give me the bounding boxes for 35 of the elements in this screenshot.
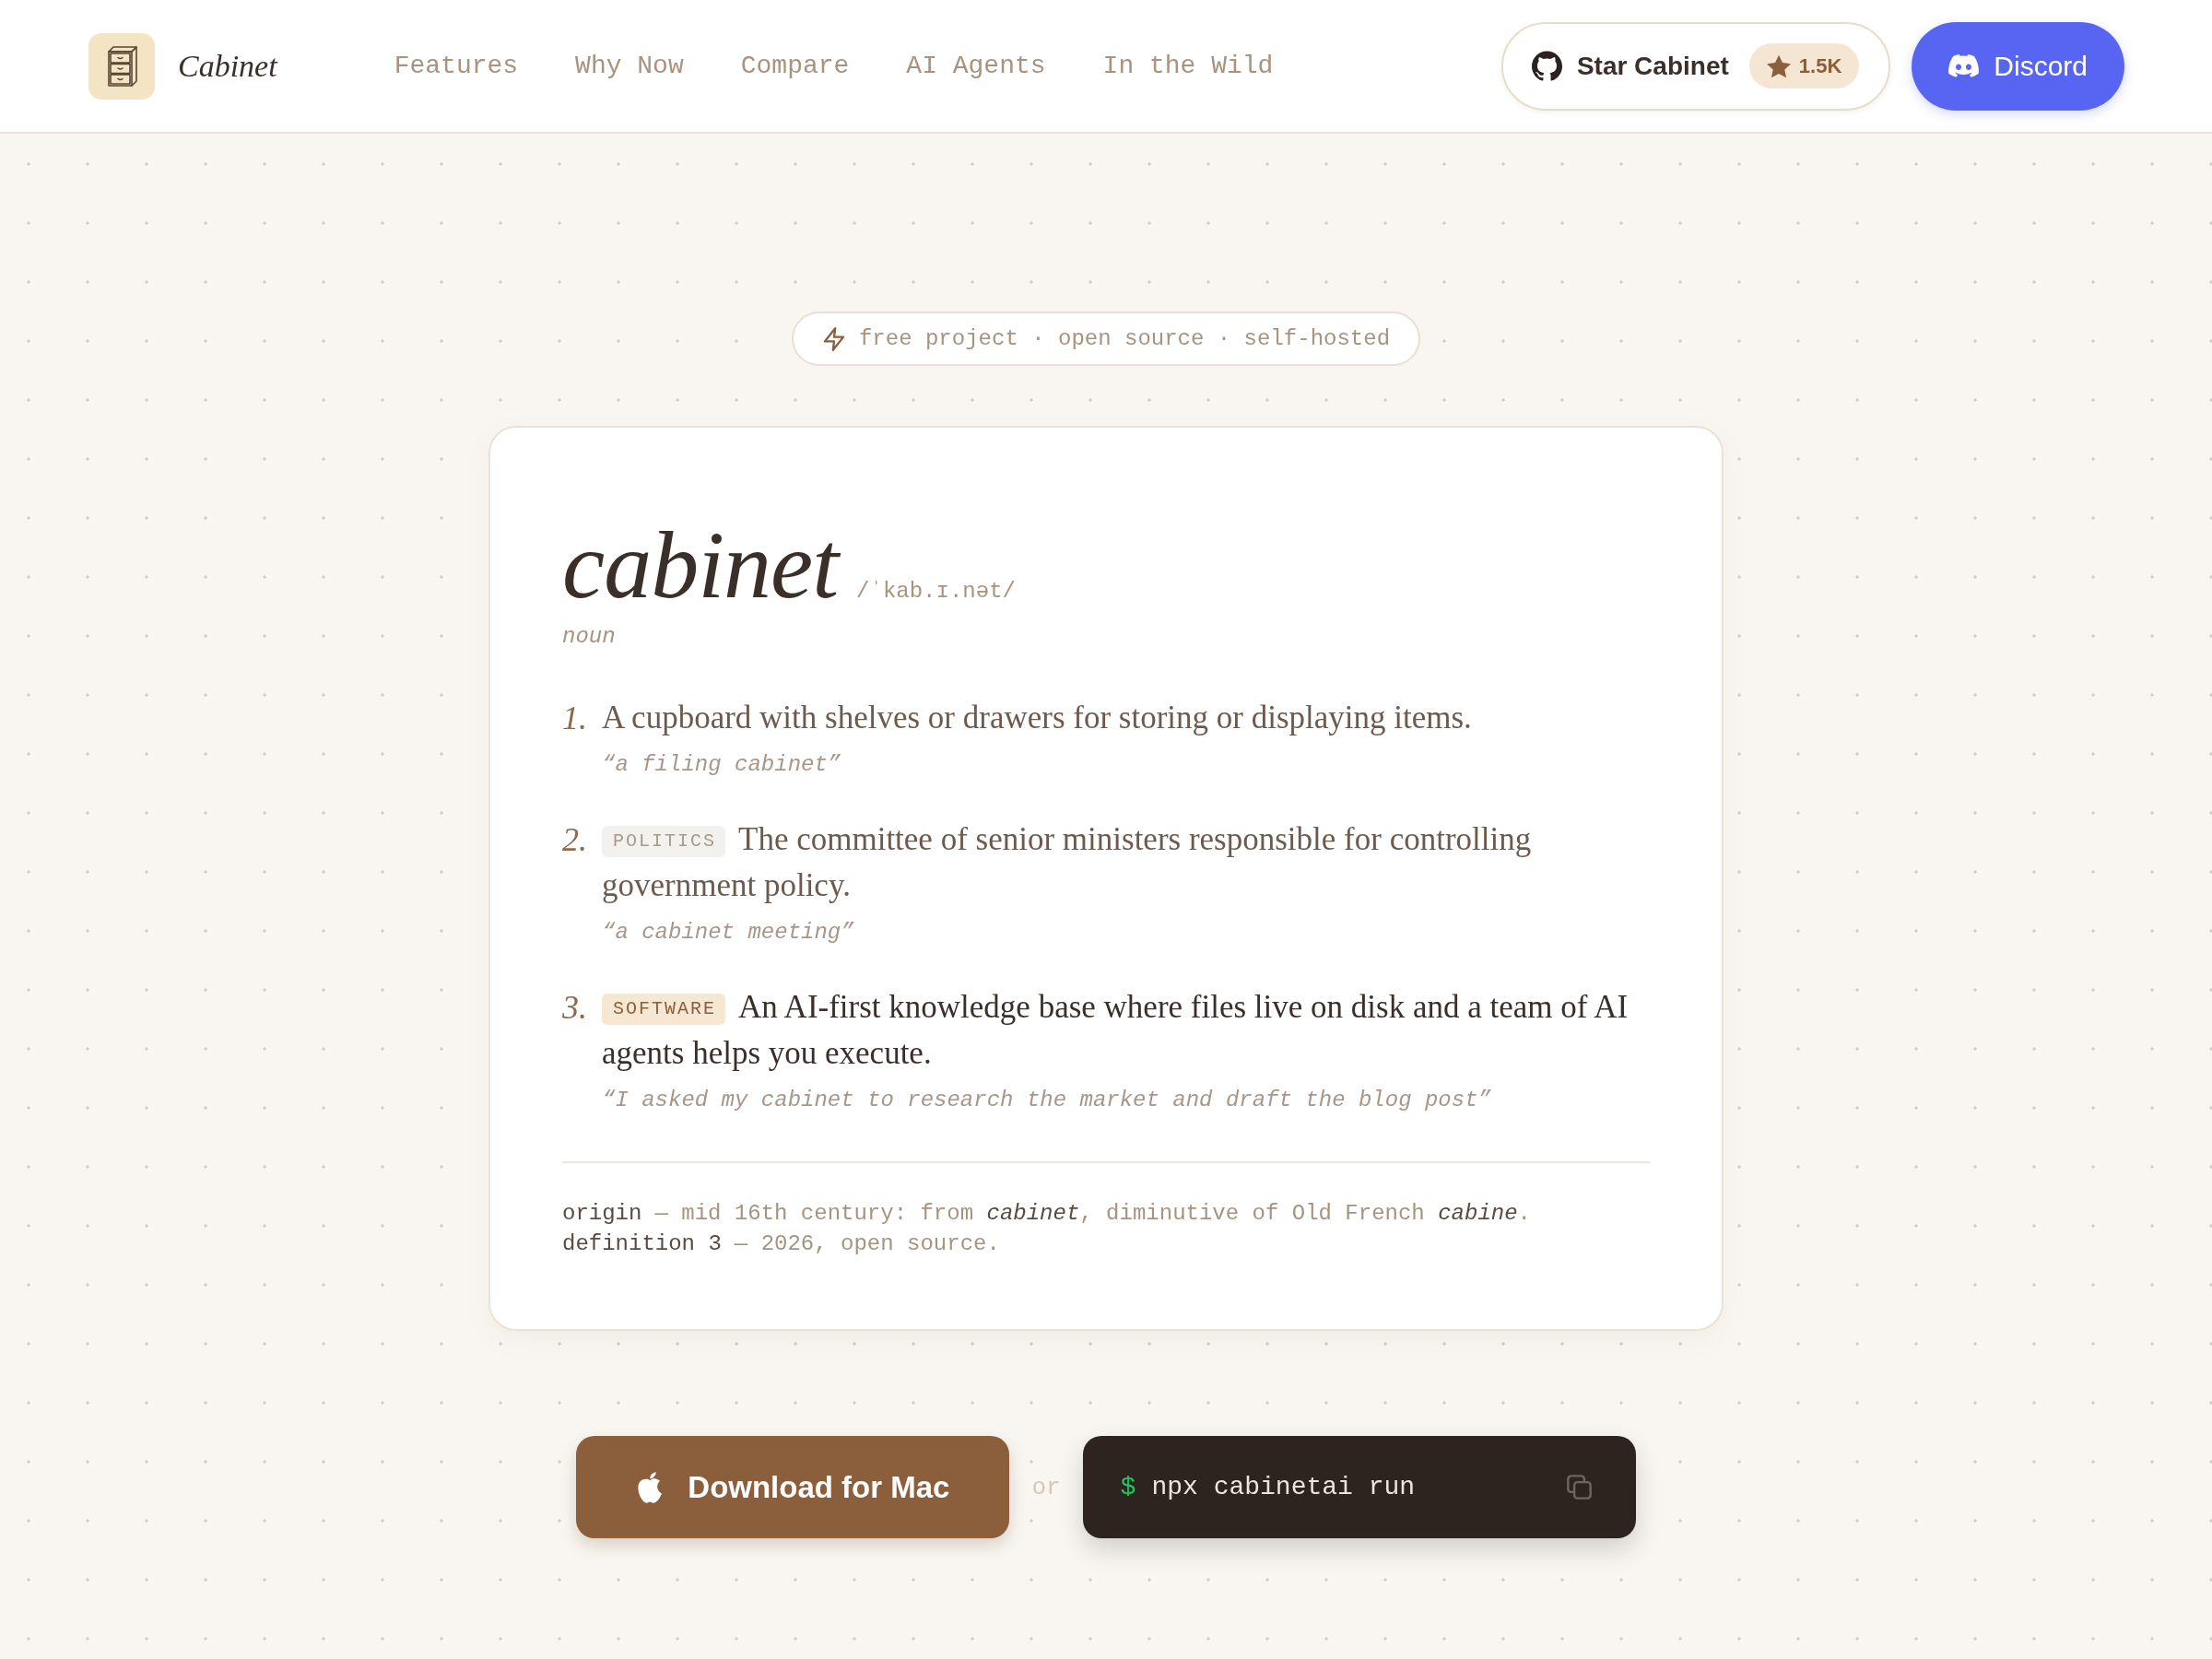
tagline-text: free project · open source · self-hosted <box>858 326 1391 351</box>
origin-note: definition 3 — 2026, open source. <box>562 1230 1001 1258</box>
definition-number: 1. <box>562 699 588 738</box>
nav-link[interactable]: Features <box>394 52 519 80</box>
nav-link[interactable]: Why Now <box>575 52 684 80</box>
usage-example: “I asked my cabinet to research the market and draft the blog post” <box>602 1087 1492 1114</box>
usage-example: “a cabinet meeting” <box>602 919 855 947</box>
nav-link[interactable]: In the Wild <box>1102 52 1274 80</box>
nav-link[interactable]: Compare <box>740 52 850 80</box>
prompt-symbol: $ <box>1120 1473 1136 1501</box>
definition-text: A cupboard with shelves or drawers for storing or displaying items. <box>602 699 1473 737</box>
cabinet-logo-icon <box>88 32 155 100</box>
pronunciation: /ˈkab.ɪ.nət/ <box>856 579 1016 604</box>
apple-icon <box>636 1471 665 1503</box>
usage-example: “a filing cabinet” <box>602 751 842 779</box>
part-of-speech: noun <box>562 623 616 651</box>
copy-icon[interactable] <box>1566 1475 1592 1500</box>
definition-number: 2. <box>562 820 588 860</box>
definition-number: 3. <box>562 988 588 1028</box>
star-count: 1.5K <box>1798 53 1842 78</box>
lightning-icon <box>821 326 846 351</box>
star-icon <box>1766 53 1791 78</box>
headword: cabinet <box>562 512 839 618</box>
command-text: npx cabinetai run <box>1151 1473 1416 1501</box>
discord-button[interactable]: Discord <box>1912 21 2124 111</box>
definition-text: SOFTWARE An AI-first knowledge base where files live on disk and a team of AI agents helps you execute. <box>602 988 1630 1073</box>
github-icon <box>1531 51 1562 81</box>
nav-link[interactable]: AI Agents <box>906 52 1046 80</box>
star-button[interactable]: Star Cabinet 1.5K <box>1500 21 1891 111</box>
download-button[interactable]: Download for Mac <box>576 1436 1010 1538</box>
definition-text: POLITICS The committee of senior ministers responsible for controlling government policy. <box>602 820 1533 905</box>
separator-text: or <box>1031 1473 1061 1501</box>
origin-note: origin — mid 16th century: from cabinet, diminutive of Old French cabine. <box>562 1200 1532 1228</box>
brand-name: Cabinet <box>178 48 277 84</box>
discord-icon <box>1948 54 1980 77</box>
